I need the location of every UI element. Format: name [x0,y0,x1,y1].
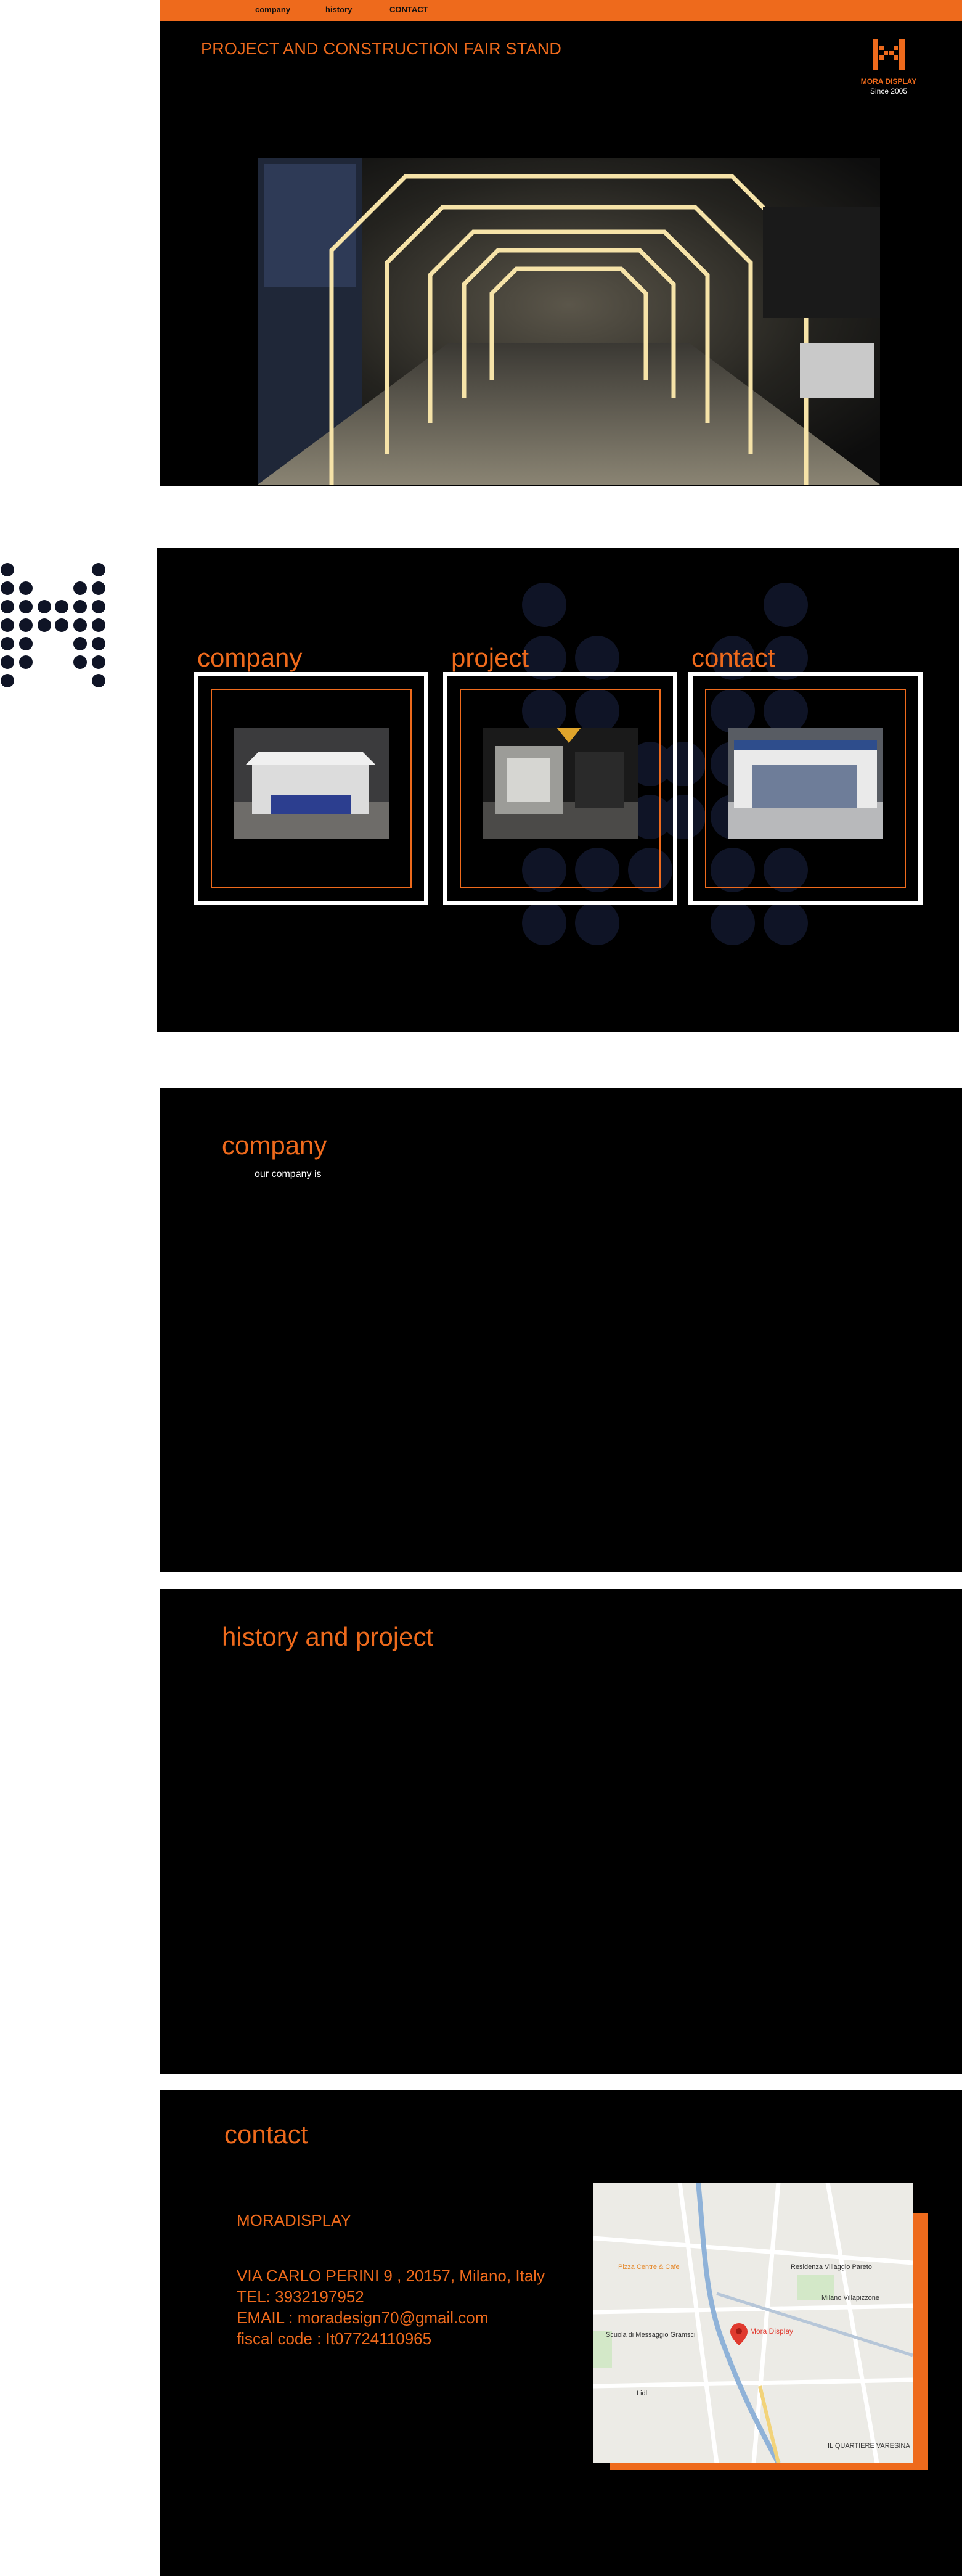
gallery-section: company project contact [157,548,959,1032]
card-photo-contact [728,728,883,839]
card-photo-project [483,728,638,839]
card-title-company[interactable]: company [197,643,302,673]
top-nav-bar: company history CONTACT [160,0,962,21]
mora-logo-icon [873,39,905,70]
map-image: Mora Display Residenza Villaggio Pareto … [593,2183,913,2463]
contact-company-name: MORADISPLAY [237,2211,351,2229]
company-text: our company is [255,1169,322,1179]
card-project[interactable] [443,672,677,905]
map-pin-label: Mora Display [750,2327,793,2336]
contact-fiscal-code: fiscal code : It07724110965 [237,2329,432,2348]
map-label-lidl: Lidl [637,2390,647,2397]
m-dots-logo-icon [1,563,105,687]
contact-section: contact MORADISPLAY VIA CARLO PERINI 9 ,… [160,2090,962,2576]
company-section: company our company is [160,1088,962,1572]
contact-phone[interactable]: TEL: 3932197952 [237,2287,364,2307]
hero-section: PROJECT AND CONSTRUCTION FAIR STAND MORA… [160,21,962,486]
card-title-contact[interactable]: contact [691,643,775,673]
nav-link-history[interactable]: history [325,5,352,14]
brand-logo[interactable]: MORA DISPLAY Since 2005 [855,37,923,96]
contact-title: contact [224,2120,308,2149]
card-inner-frame [705,689,906,888]
illuminated-arches-photo-image [258,158,880,485]
nav-link-company[interactable]: company [255,5,290,14]
map-label-villapizzone: Milano Villapizzone [821,2294,879,2302]
map-label-residenza: Residenza Villaggio Pareto [791,2263,872,2271]
card-photo-company [234,728,389,839]
card-company[interactable] [194,672,428,905]
map-label-varesina: IL QUARTIERE VARESINA [828,2442,910,2450]
map-label-pizza: Pizza Centre & Cafe [618,2263,680,2271]
contact-email[interactable]: EMAIL : moradesign70@gmail.com [237,2308,488,2328]
map-label-scuola: Scuola di Messaggio Gramsci [606,2331,696,2339]
contact-address: VIA CARLO PERINI 9 , 20157, Milano, Ital… [237,2266,545,2285]
booth-photo-image [483,728,638,839]
logo-name: MORA DISPLAY [860,77,917,86]
hero-photo [258,158,880,485]
card-inner-frame [211,689,412,888]
card-contact[interactable] [688,672,923,905]
booth-photo-image [234,728,389,839]
hero-title: PROJECT AND CONSTRUCTION FAIR STAND [201,39,562,58]
history-section: history and project [160,1589,962,2074]
logo-since: Since 2005 [870,87,908,96]
location-map[interactable]: Mora Display Residenza Villaggio Pareto … [593,2183,913,2463]
history-title: history and project [222,1622,434,1651]
company-title: company [222,1131,327,1160]
booth-photo-image [728,728,883,839]
card-title-project[interactable]: project [451,643,529,673]
nav-link-contact[interactable]: CONTACT [389,5,428,14]
card-inner-frame [460,689,661,888]
